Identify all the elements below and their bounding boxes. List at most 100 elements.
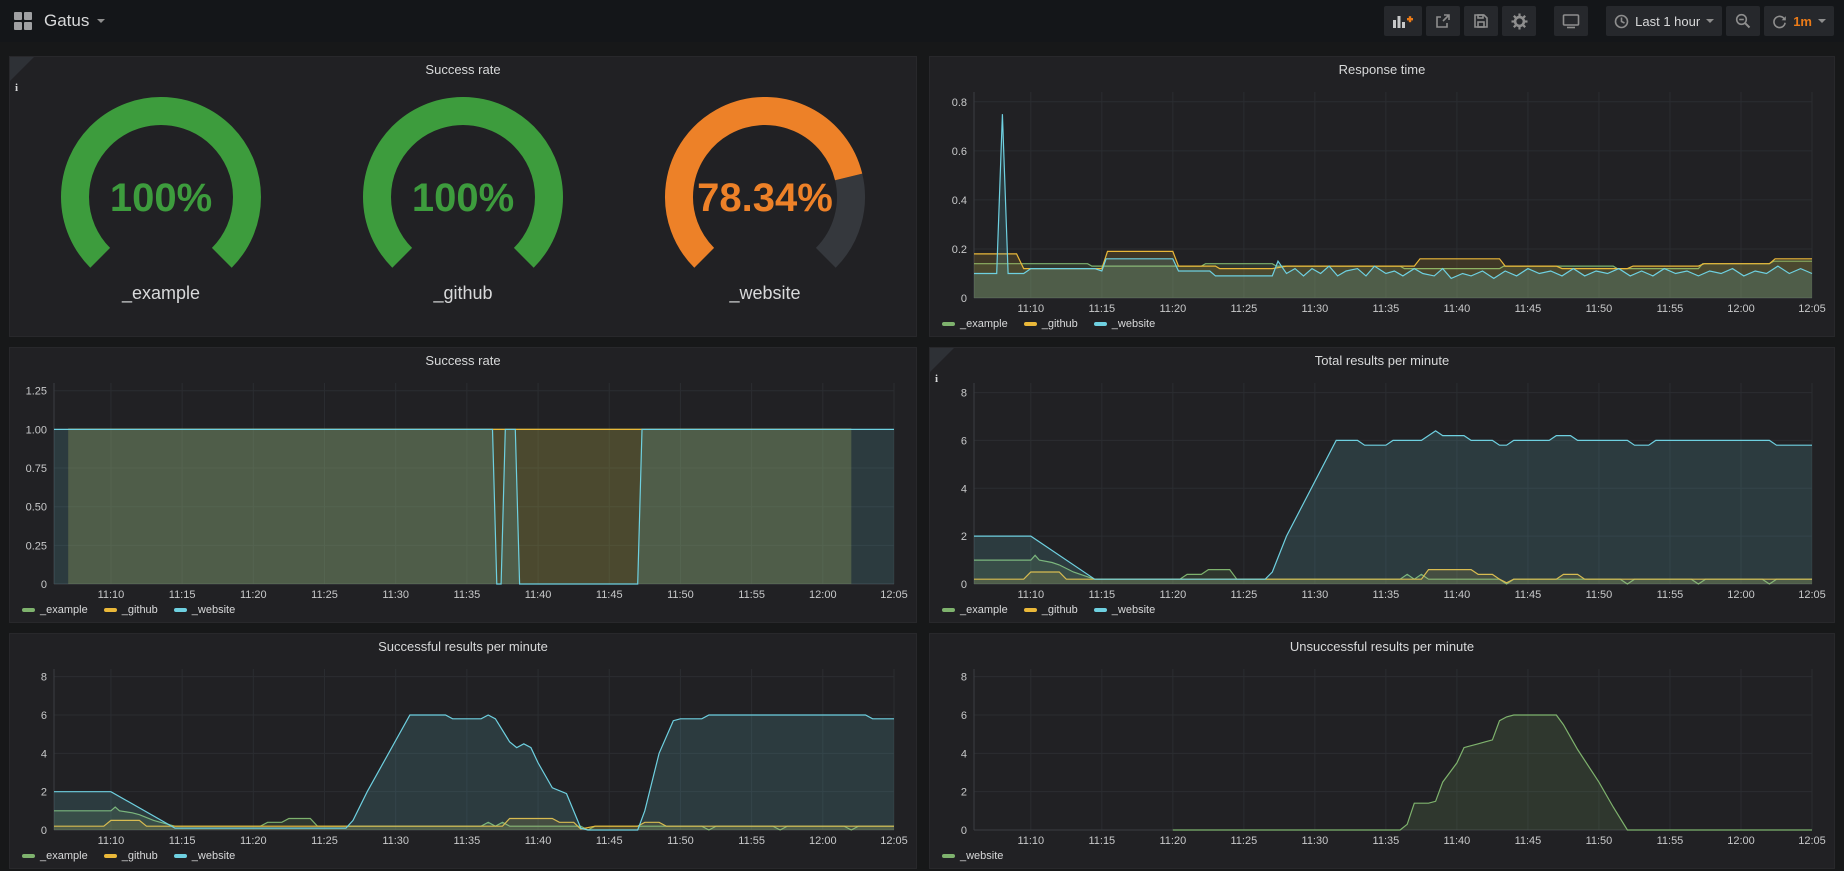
legend-item-github[interactable]: _github xyxy=(1024,604,1078,616)
panel-total-results: i Total results per minute 0246811:1011:… xyxy=(929,347,1835,623)
svg-text:11:25: 11:25 xyxy=(1231,835,1258,847)
legend-item-example[interactable]: _example xyxy=(942,604,1008,616)
panel-unsuccessful-results: Unsuccessful results per minute 0246811:… xyxy=(929,633,1835,869)
legend-item-example[interactable]: _example xyxy=(22,604,88,616)
svg-text:6: 6 xyxy=(961,710,967,722)
legend-series-dash xyxy=(1094,608,1107,612)
svg-text:12:05: 12:05 xyxy=(880,589,908,601)
apps-grid-icon[interactable] xyxy=(14,12,32,30)
panel-title[interactable]: Total results per minute xyxy=(930,348,1834,374)
svg-text:2: 2 xyxy=(961,787,967,799)
svg-text:12:00: 12:00 xyxy=(1727,303,1755,315)
info-icon: i xyxy=(15,82,18,94)
legend-item-example[interactable]: _example xyxy=(942,318,1008,330)
legend-item-website[interactable]: _website xyxy=(1094,604,1155,616)
legend-series-label: _github xyxy=(1042,604,1078,616)
legend-item-website[interactable]: _website xyxy=(174,850,235,862)
svg-text:11:35: 11:35 xyxy=(1373,303,1400,315)
svg-text:11:35: 11:35 xyxy=(1373,589,1400,601)
panel-title[interactable]: Success rate xyxy=(10,57,916,83)
legend-item-website[interactable]: _website xyxy=(174,604,235,616)
legend-item-github[interactable]: _github xyxy=(104,850,158,862)
panel-title[interactable]: Response time xyxy=(930,57,1834,83)
legend-series-label: _github xyxy=(1042,318,1078,330)
gauge-label: _website xyxy=(729,283,800,304)
svg-text:8: 8 xyxy=(961,388,967,400)
svg-text:11:40: 11:40 xyxy=(525,835,552,847)
svg-text:11:45: 11:45 xyxy=(1515,589,1542,601)
svg-text:11:55: 11:55 xyxy=(1657,835,1684,847)
legend-item-example[interactable]: _example xyxy=(22,850,88,862)
panel-title[interactable]: Success rate xyxy=(10,348,916,374)
svg-text:100%: 100% xyxy=(110,176,212,220)
unsuccessful-results-chart[interactable]: 0246811:1011:1511:2011:2511:3011:3511:40… xyxy=(938,660,1828,848)
clock-icon xyxy=(1614,14,1629,29)
svg-text:4: 4 xyxy=(961,483,967,495)
legend-series-label: _website xyxy=(960,850,1003,862)
refresh-interval-label: 1m xyxy=(1793,14,1812,29)
chart-legend: _example _github _website xyxy=(942,315,1155,333)
save-icon xyxy=(1473,13,1489,29)
svg-text:4: 4 xyxy=(41,748,47,760)
legend-series-dash xyxy=(1024,608,1037,612)
svg-text:11:40: 11:40 xyxy=(1444,303,1471,315)
add-panel-button[interactable] xyxy=(1384,6,1422,36)
gauge-example: 100% _example xyxy=(11,97,311,304)
success-rate-chart[interactable]: 00.250.500.751.001.2511:1011:1511:2011:2… xyxy=(18,374,910,602)
svg-text:11:15: 11:15 xyxy=(169,835,196,847)
panel-info-corner[interactable]: i xyxy=(10,57,34,81)
panel-title[interactable]: Successful results per minute xyxy=(10,634,916,660)
gauge-github: 100% _github xyxy=(313,97,613,304)
svg-text:0.8: 0.8 xyxy=(952,97,967,109)
dashboard-title: Gatus xyxy=(44,11,89,31)
svg-text:12:00: 12:00 xyxy=(1727,589,1755,601)
svg-text:12:00: 12:00 xyxy=(809,589,837,601)
svg-text:11:15: 11:15 xyxy=(1088,589,1115,601)
svg-text:11:25: 11:25 xyxy=(1231,303,1258,315)
svg-text:11:15: 11:15 xyxy=(1088,303,1115,315)
svg-text:11:10: 11:10 xyxy=(1017,835,1044,847)
share-button[interactable] xyxy=(1426,6,1460,36)
svg-text:11:20: 11:20 xyxy=(1159,589,1186,601)
svg-text:1.25: 1.25 xyxy=(26,386,47,398)
legend-item-github[interactable]: _github xyxy=(104,604,158,616)
gauge-label: _github xyxy=(433,283,492,304)
svg-text:0: 0 xyxy=(961,579,967,591)
successful-results-chart[interactable]: 0246811:1011:1511:2011:2511:3011:3511:40… xyxy=(18,660,910,848)
cycle-view-button[interactable] xyxy=(1554,6,1588,36)
legend-series-label: _website xyxy=(1112,604,1155,616)
tv-mode-icon xyxy=(1562,13,1580,29)
legend-series-dash xyxy=(104,854,117,858)
refresh-picker[interactable]: 1m xyxy=(1764,6,1834,36)
zoom-out-button[interactable] xyxy=(1726,6,1760,36)
svg-text:0: 0 xyxy=(41,579,47,591)
total-results-chart[interactable]: 0246811:1011:1511:2011:2511:3011:3511:40… xyxy=(938,374,1828,602)
legend-item-github[interactable]: _github xyxy=(1024,318,1078,330)
svg-text:11:30: 11:30 xyxy=(382,835,409,847)
svg-text:78.34%: 78.34% xyxy=(697,176,833,220)
settings-button[interactable] xyxy=(1502,6,1536,36)
panel-response-time: Response time 00.20.40.60.811:1011:1511:… xyxy=(929,56,1835,337)
svg-text:11:20: 11:20 xyxy=(1159,303,1186,315)
panel-title[interactable]: Unsuccessful results per minute xyxy=(930,634,1834,660)
svg-text:8: 8 xyxy=(961,672,967,684)
svg-text:6: 6 xyxy=(961,435,967,447)
gauge-arc: 78.34% xyxy=(650,97,880,297)
response-time-chart[interactable]: 00.20.40.60.811:1011:1511:2011:2511:3011… xyxy=(938,83,1828,316)
svg-text:4: 4 xyxy=(961,748,967,760)
legend-series-dash xyxy=(942,854,955,858)
gauge-arc: 100% xyxy=(46,97,276,297)
dashboard-title-dropdown[interactable]: Gatus xyxy=(44,11,105,31)
save-button[interactable] xyxy=(1464,6,1498,36)
legend-item-website[interactable]: _website xyxy=(1094,318,1155,330)
panel-info-corner[interactable]: i xyxy=(930,348,954,372)
legend-item-website[interactable]: _website xyxy=(942,850,1003,862)
svg-text:0.75: 0.75 xyxy=(26,463,47,475)
gauge-arc: 100% xyxy=(348,97,578,297)
svg-text:2: 2 xyxy=(41,787,47,799)
time-range-picker[interactable]: Last 1 hour xyxy=(1606,6,1722,36)
svg-text:1.00: 1.00 xyxy=(26,424,47,436)
panel-successful-results: Successful results per minute 0246811:10… xyxy=(9,633,917,869)
svg-text:0.2: 0.2 xyxy=(952,244,967,256)
legend-series-dash xyxy=(174,854,187,858)
